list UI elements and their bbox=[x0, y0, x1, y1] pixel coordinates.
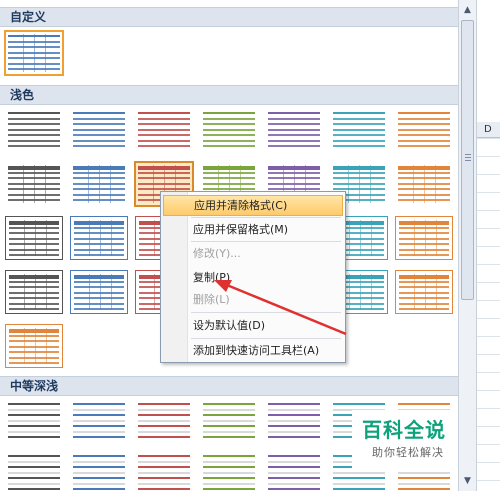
table-style-thumb[interactable] bbox=[5, 270, 63, 314]
menu-item-duplicate[interactable]: 复制(P) bbox=[163, 267, 343, 288]
sheet-row-line bbox=[477, 390, 500, 391]
sheet-row-line bbox=[477, 282, 500, 283]
table-style-thumb[interactable] bbox=[395, 108, 453, 152]
menu-separator bbox=[191, 217, 341, 218]
table-style-thumb[interactable] bbox=[4, 30, 64, 76]
table-style-thumb[interactable] bbox=[200, 108, 258, 152]
menu-item-modify[interactable]: 修改(Y)... bbox=[163, 243, 343, 264]
sheet-row-line bbox=[477, 156, 500, 157]
menu-separator bbox=[191, 312, 341, 313]
table-style-thumb[interactable] bbox=[70, 451, 128, 491]
sheet-row-line bbox=[477, 354, 500, 355]
table-style-thumb[interactable] bbox=[135, 451, 193, 491]
sheet-row-line bbox=[477, 192, 500, 193]
menu-item-delete[interactable]: 删除(L) bbox=[163, 289, 343, 310]
section-header-custom: 自定义 bbox=[0, 7, 458, 27]
column-header-d[interactable]: D bbox=[477, 122, 500, 138]
menu-separator bbox=[191, 241, 341, 242]
sheet-row-line bbox=[477, 426, 500, 427]
table-style-thumb[interactable] bbox=[5, 324, 63, 368]
table-style-thumb[interactable] bbox=[5, 108, 63, 152]
table-style-thumb[interactable] bbox=[265, 108, 323, 152]
table-style-thumb[interactable] bbox=[70, 108, 128, 152]
sheet-row-line bbox=[477, 174, 500, 175]
menu-separator bbox=[191, 338, 341, 339]
table-style-thumb[interactable] bbox=[395, 216, 453, 260]
menu-item-set-default[interactable]: 设为默认值(D) bbox=[163, 315, 343, 336]
sheet-row-line bbox=[477, 264, 500, 265]
grip-line bbox=[465, 160, 471, 161]
sheet-row-line bbox=[477, 318, 500, 319]
table-style-thumb[interactable] bbox=[200, 451, 258, 491]
sheet-row-line bbox=[477, 480, 500, 481]
table-style-thumb[interactable] bbox=[265, 451, 323, 491]
watermark: 百科全说 助你轻松解决 bbox=[352, 410, 458, 468]
grip-line bbox=[465, 157, 471, 158]
table-style-thumb[interactable] bbox=[330, 108, 388, 152]
table-style-thumb[interactable] bbox=[5, 399, 63, 443]
vertical-scrollbar[interactable]: ▲ ▼ bbox=[458, 0, 476, 491]
scroll-down-icon[interactable]: ▼ bbox=[461, 474, 474, 488]
sheet-row-line bbox=[477, 228, 500, 229]
custom-styles-area bbox=[0, 27, 458, 83]
table-style-thumb[interactable] bbox=[135, 399, 193, 443]
scroll-up-icon[interactable]: ▲ bbox=[461, 3, 474, 17]
sheet-row-line bbox=[477, 336, 500, 337]
menu-item-add-to-quick-access[interactable]: 添加到快速访问工具栏(A) bbox=[163, 340, 343, 361]
table-style-thumb[interactable] bbox=[5, 162, 63, 206]
table-style-thumb[interactable] bbox=[395, 162, 453, 206]
table-style-thumb[interactable] bbox=[200, 399, 258, 443]
sheet-row-line bbox=[477, 138, 500, 139]
table-style-thumb[interactable] bbox=[395, 270, 453, 314]
table-style-thumb[interactable] bbox=[70, 399, 128, 443]
table-style-thumb[interactable] bbox=[265, 399, 323, 443]
menu-item-apply-keep-format[interactable]: 应用并保留格式(M) bbox=[163, 219, 343, 240]
sheet-row-line bbox=[477, 372, 500, 373]
watermark-subtitle: 助你轻松解决 bbox=[372, 446, 444, 459]
sheet-row-line bbox=[477, 408, 500, 409]
table-style-thumb[interactable] bbox=[70, 162, 128, 206]
sheet-row-line bbox=[477, 300, 500, 301]
menu-item-apply-clear-format[interactable]: 应用并清除格式(C) bbox=[163, 195, 343, 216]
sheet-row-line bbox=[477, 444, 500, 445]
table-style-thumb[interactable] bbox=[5, 216, 63, 260]
table-style-thumb[interactable] bbox=[70, 216, 128, 260]
sheet-row-line bbox=[477, 246, 500, 247]
worksheet-edge: D bbox=[476, 0, 500, 491]
table-style-thumb[interactable] bbox=[5, 451, 63, 491]
grip-line bbox=[465, 154, 471, 155]
section-header-light: 浅色 bbox=[0, 85, 458, 105]
scrollbar-thumb[interactable] bbox=[461, 20, 474, 300]
section-header-medium: 中等深浅 bbox=[0, 376, 458, 396]
sheet-row-line bbox=[477, 210, 500, 211]
sheet-row-line bbox=[477, 462, 500, 463]
table-style-thumb[interactable] bbox=[135, 108, 193, 152]
table-style-thumb[interactable] bbox=[70, 270, 128, 314]
context-menu: 应用并清除格式(C) 应用并保留格式(M) 修改(Y)... 复制(P) 删除(… bbox=[160, 191, 346, 363]
watermark-title: 百科全说 bbox=[362, 418, 446, 442]
